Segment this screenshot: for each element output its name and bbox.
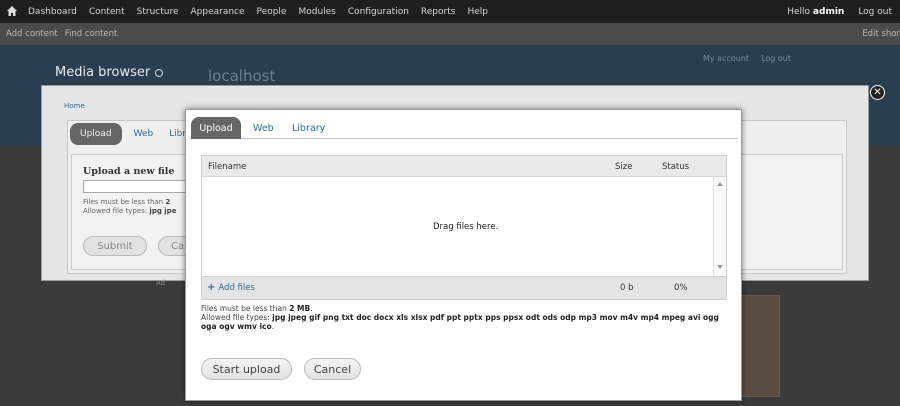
shortcut-find-content[interactable]: Find content — [65, 29, 118, 39]
help-limit-text: Files must be less than — [201, 304, 290, 313]
logout-link[interactable]: Log out — [858, 7, 892, 17]
menu-appearance[interactable]: Appearance — [185, 7, 251, 17]
column-filename: Filename — [208, 162, 247, 172]
help-types-value: jpg jpeg gif png txt doc docx xls xlsx p… — [201, 313, 719, 331]
help-file-types: Allowed file types: jpg jpeg gif png txt… — [201, 313, 731, 331]
tab-library[interactable]: Library — [292, 117, 325, 139]
help-limit-suffix: . — [310, 304, 313, 313]
upload-dialog: Upload Web Library Filename Size Status … — [185, 109, 742, 401]
plus-icon: + — [207, 282, 216, 293]
close-icon[interactable]: ✕ — [870, 85, 885, 100]
greeting-hello: Hello — [787, 6, 811, 17]
shortcut-bar: Add content Find content Edit shor — [0, 23, 900, 45]
bg-help-limit: Files must be less than — [83, 198, 166, 206]
column-size: Size — [615, 162, 633, 172]
tab-web[interactable]: Web — [253, 117, 274, 139]
page-title: Media browser — [55, 65, 164, 80]
file-uploader: Filename Size Status Drag files here. + … — [201, 155, 727, 300]
file-list-footer: + Add files 0 b 0% — [202, 276, 726, 299]
total-size: 0 b — [620, 283, 634, 293]
menu-modules[interactable]: Modules — [292, 7, 341, 17]
bg-tabs: Upload Web Libr — [70, 123, 190, 145]
menu-content[interactable]: Content — [83, 7, 131, 17]
help-types-suffix: . — [271, 322, 275, 331]
column-status: Status — [662, 162, 690, 172]
menu-people[interactable]: People — [251, 7, 293, 17]
menu-structure[interactable]: Structure — [131, 7, 185, 17]
help-types-text: Allowed file types: — [201, 313, 273, 322]
greeting: Hello admin — [787, 7, 844, 17]
scroll-down-icon[interactable] — [717, 265, 723, 269]
bg-help-types-value: jpg jpe — [149, 207, 177, 215]
site-name: localhost — [208, 67, 276, 85]
file-list-scrollbar[interactable] — [713, 177, 726, 276]
menu-configuration[interactable]: Configuration — [342, 7, 415, 17]
menu-dashboard[interactable]: Dashboard — [22, 7, 83, 17]
my-account-link[interactable]: My account — [703, 54, 749, 63]
admin-toolbar: Dashboard Content Structure Appearance P… — [0, 0, 900, 23]
help-size-limit: Files must be less than 2 MB. — [201, 304, 731, 313]
menu-reports[interactable]: Reports — [415, 7, 462, 17]
dialog-tabs: Upload Web Library — [190, 115, 738, 139]
bg-upload-label: Upload a new file — [83, 166, 175, 177]
background-text: Ad — [156, 279, 166, 287]
bg-upload-help: Files must be less than 2 Allowed file t… — [83, 198, 176, 216]
menu-help[interactable]: Help — [461, 7, 494, 17]
upload-help: Files must be less than 2 MB. Allowed fi… — [201, 304, 731, 331]
account-links: My account Log out — [703, 54, 791, 63]
page-title-text: Media browser — [55, 65, 151, 80]
tab-upload[interactable]: Upload — [191, 117, 241, 139]
media-thumbnail — [738, 295, 780, 397]
bg-help-limit-value: 2 — [165, 198, 171, 206]
start-upload-button[interactable]: Start upload — [201, 358, 292, 380]
total-percent: 0% — [674, 283, 688, 293]
home-icon[interactable] — [7, 5, 17, 17]
gear-icon[interactable] — [155, 68, 164, 77]
help-limit-value: 2 MB — [289, 304, 311, 313]
toolbar-user: Hello admin Log out — [787, 0, 892, 23]
bg-tab-web[interactable]: Web — [130, 129, 158, 139]
bg-tab-upload[interactable]: Upload — [70, 123, 122, 145]
bg-submit-button[interactable]: Submit — [83, 236, 147, 256]
shortcut-add-content[interactable]: Add content — [6, 29, 58, 39]
header-logout-link[interactable]: Log out — [761, 54, 791, 63]
add-files-label: Add files — [218, 282, 255, 293]
scroll-up-icon[interactable] — [717, 182, 723, 186]
edit-shortcuts-link[interactable]: Edit shor — [862, 23, 900, 45]
cancel-button[interactable]: Cancel — [304, 358, 361, 380]
breadcrumb[interactable]: Home — [64, 102, 85, 110]
drop-zone-text: Drag files here. — [433, 222, 499, 232]
bg-help-types: Allowed file types: — [83, 207, 150, 215]
drop-zone[interactable]: Drag files here. — [202, 177, 726, 276]
toolbar-menu: Dashboard Content Structure Appearance P… — [22, 0, 494, 23]
username[interactable]: admin — [813, 7, 844, 17]
add-files-button[interactable]: + Add files — [207, 282, 255, 293]
file-list-header: Filename Size Status — [202, 156, 726, 177]
